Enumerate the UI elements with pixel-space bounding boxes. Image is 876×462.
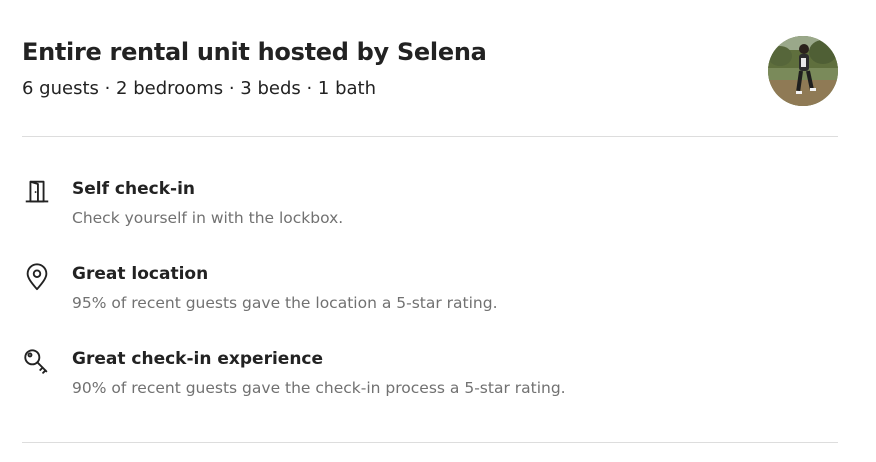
highlight-description: Check yourself in with the lockbox. xyxy=(72,209,344,227)
section-divider xyxy=(22,136,838,137)
host-avatar[interactable] xyxy=(768,36,838,106)
highlight-great-location: Great location 95% of recent guests gave… xyxy=(22,262,722,322)
location-pin-icon xyxy=(22,262,52,292)
highlight-description: 95% of recent guests gave the location a… xyxy=(72,294,498,312)
listing-overview: Entire rental unit hosted by Selena 6 gu… xyxy=(22,36,838,108)
listing-title: Entire rental unit hosted by Selena xyxy=(22,38,487,66)
highlight-title: Great check-in experience xyxy=(72,349,324,369)
highlight-title: Self check-in xyxy=(72,179,195,199)
key-icon xyxy=(22,347,52,377)
highlight-description: 90% of recent guests gave the check-in p… xyxy=(72,379,566,397)
highlight-great-check-in: Great check-in experience 90% of recent … xyxy=(22,347,722,407)
highlight-self-check-in: Self check-in Check yourself in with the… xyxy=(22,177,722,237)
door-icon xyxy=(22,177,52,207)
highlight-title: Great location xyxy=(72,264,209,284)
section-divider xyxy=(22,442,838,443)
host-photo xyxy=(768,36,838,106)
listing-details: 6 guests · 2 bedrooms · 3 beds · 1 bath xyxy=(22,78,377,99)
